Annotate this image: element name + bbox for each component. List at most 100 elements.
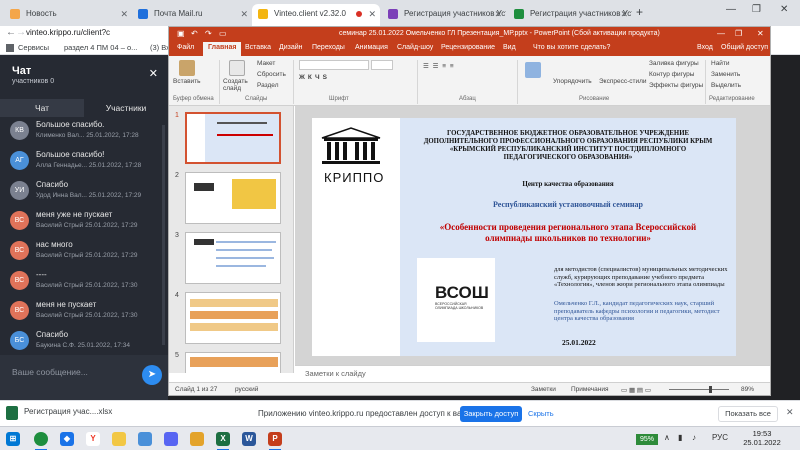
language-indicator[interactable]: РУС: [712, 433, 728, 442]
tab-close-icon[interactable]: ✕: [620, 4, 628, 24]
slide-thumb-3[interactable]: [185, 232, 281, 284]
chat-scrollbar[interactable]: [162, 125, 165, 345]
save-icon[interactable]: ▣: [177, 29, 185, 38]
tab-close-icon[interactable]: ✕: [368, 4, 376, 24]
powerpoint-icon[interactable]: P: [268, 432, 282, 446]
comments-toggle[interactable]: Примечания: [571, 386, 609, 393]
tab-view[interactable]: Вид: [503, 44, 516, 51]
tab-close-icon[interactable]: ✕: [120, 4, 128, 24]
browser-tab-4[interactable]: Регистрация участников Устан ✕: [382, 4, 506, 26]
show-all-button[interactable]: Показать все: [718, 406, 778, 422]
new-slide-button[interactable]: Создать слайд: [223, 78, 257, 92]
ppt-close-icon[interactable]: ✕: [757, 29, 764, 38]
redo-icon[interactable]: ↷: [205, 29, 212, 38]
section-button[interactable]: Раздел: [257, 82, 278, 89]
tab-review[interactable]: Рецензирование: [441, 44, 495, 51]
bookmark-section-4[interactable]: раздел 4 ПМ 04 – о...: [64, 43, 137, 52]
clock[interactable]: 19:53 25.01.2022: [740, 429, 784, 447]
slide-thumb-2[interactable]: [185, 172, 281, 224]
new-slide-icon[interactable]: [229, 60, 245, 76]
paste-icon[interactable]: [179, 60, 195, 76]
send-icon[interactable]: ➤: [142, 365, 162, 385]
stop-sharing-button[interactable]: Закрыть доступ: [460, 406, 522, 422]
slide-thumb-5[interactable]: [185, 352, 281, 373]
find-button[interactable]: Найти: [711, 60, 730, 67]
font-format-icons[interactable]: ЖКЧS: [299, 74, 330, 81]
close-bar-icon[interactable]: ✕: [786, 407, 794, 418]
minimize-icon[interactable]: —: [726, 4, 736, 15]
tab-home[interactable]: Главная: [203, 42, 242, 56]
notes-pane[interactable]: Заметки к слайду: [295, 365, 770, 382]
hide-button[interactable]: Скрыть: [528, 409, 554, 418]
tab-slideshow[interactable]: Слайд-шоу: [397, 44, 433, 51]
undo-icon[interactable]: ↶: [191, 29, 198, 38]
zoom-level[interactable]: 89%: [741, 386, 754, 393]
battery-indicator[interactable]: 95%: [636, 434, 658, 445]
tab-design[interactable]: Дизайн: [279, 44, 303, 51]
tray-arrow-icon[interactable]: ∧: [664, 433, 670, 442]
tab-close-icon[interactable]: ✕: [240, 4, 248, 24]
paste-button[interactable]: Вставить: [173, 78, 201, 85]
new-tab-icon[interactable]: +: [636, 5, 643, 19]
tab-animation[interactable]: Анимация: [355, 44, 388, 51]
start-icon[interactable]: ⊞: [6, 432, 20, 446]
network-icon[interactable]: ▮: [678, 433, 682, 442]
slide-thumb-1[interactable]: [185, 112, 281, 164]
font-name-field[interactable]: [299, 60, 369, 70]
url-field[interactable]: vinteo.krippo.ru/client?c: [26, 28, 110, 37]
ppt-minimize-icon[interactable]: —: [717, 29, 725, 38]
layout-button[interactable]: Макет: [257, 60, 275, 67]
zoom-slider-thumb[interactable]: [709, 386, 712, 393]
arrange-button[interactable]: Упорядочить: [553, 78, 592, 85]
ppt-maximize-icon[interactable]: ❐: [735, 29, 742, 38]
maximize-icon[interactable]: ❐: [752, 4, 761, 15]
slideshow-icon[interactable]: ▭: [219, 29, 227, 38]
replace-button[interactable]: Заменить: [711, 71, 740, 78]
share-button[interactable]: Общий доступ: [721, 44, 768, 51]
apps-icon[interactable]: [6, 44, 14, 52]
font-size-field[interactable]: [371, 60, 393, 70]
discord-icon[interactable]: [164, 432, 178, 446]
excel-icon[interactable]: X: [216, 432, 230, 446]
tab-file[interactable]: Файл: [177, 44, 194, 51]
reset-button[interactable]: Сбросить: [257, 71, 286, 78]
quick-styles-button[interactable]: Экспресс-стили: [599, 78, 647, 85]
shape-fill-button[interactable]: Заливка фигуры: [649, 60, 699, 67]
chrome-icon[interactable]: [34, 432, 48, 446]
slide-thumb-4[interactable]: [185, 292, 281, 344]
browser-tab-1[interactable]: Новость ✕: [4, 4, 132, 26]
language-indicator[interactable]: русский: [235, 386, 258, 393]
tab-transitions[interactable]: Переходы: [312, 44, 345, 51]
shapes-icon[interactable]: [525, 62, 541, 78]
tell-me-search[interactable]: Что вы хотите сделать?: [533, 44, 610, 51]
shape-effects-button[interactable]: Эффекты фигуры: [649, 82, 703, 89]
sign-in-link[interactable]: Вход: [697, 44, 713, 51]
browser-tab-5[interactable]: Регистрация участников Устан ✕: [508, 4, 632, 26]
tab-participants[interactable]: Участники: [84, 99, 168, 117]
select-button[interactable]: Выделить: [711, 82, 741, 89]
windows-security-icon[interactable]: ◆: [60, 432, 74, 446]
app-icon[interactable]: [190, 432, 204, 446]
back-icon[interactable]: ←: [6, 27, 16, 38]
tab-insert[interactable]: Вставка: [245, 44, 271, 51]
message-input[interactable]: Ваше сообщение...: [12, 367, 88, 377]
zoom-slider[interactable]: [669, 389, 729, 390]
bookmark-services[interactable]: Сервисы: [18, 43, 49, 52]
volume-icon[interactable]: ♪: [692, 433, 696, 442]
download-item[interactable]: Регистрация учас....xlsx: [24, 407, 112, 416]
word-icon[interactable]: W: [242, 432, 256, 446]
close-window-icon[interactable]: ✕: [780, 4, 788, 15]
tab-chat[interactable]: Чат: [0, 99, 84, 117]
browser-tab-3[interactable]: Vinteo.client v2.32.0 ✕: [252, 4, 380, 26]
forward-icon[interactable]: →: [16, 27, 26, 38]
view-icons[interactable]: ▭ ▦ ▤ ▭: [621, 386, 651, 394]
notes-toggle[interactable]: Заметки: [531, 386, 556, 393]
paragraph-icons[interactable]: ☰ ☰ ≡ ≡: [423, 62, 455, 70]
file-explorer-icon[interactable]: [112, 432, 126, 446]
tab-close-icon[interactable]: ✕: [494, 4, 502, 24]
current-slide[interactable]: КРИППО ГОСУДАРСТВЕННОЕ БЮДЖЕТНОЕ ОБРАЗОВ…: [312, 118, 736, 356]
browser-tab-2[interactable]: Почта Mail.ru ✕: [132, 4, 252, 26]
chat-close-icon[interactable]: ✕: [149, 67, 158, 80]
shape-outline-button[interactable]: Контур фигуры: [649, 71, 694, 78]
app-icon[interactable]: [138, 432, 152, 446]
